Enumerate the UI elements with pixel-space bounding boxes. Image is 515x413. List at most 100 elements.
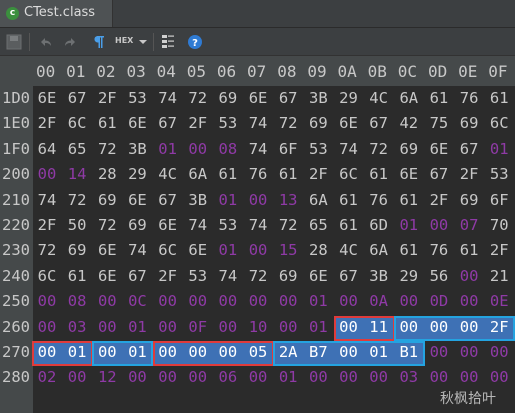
hex-byte-cell[interactable]: 67: [276, 89, 300, 107]
hex-byte-cell[interactable]: 13: [276, 191, 300, 209]
hex-byte-cell[interactable]: 2F: [487, 241, 511, 259]
hex-byte-cell[interactable]: 00: [487, 368, 511, 386]
hex-byte-cell[interactable]: 3B: [125, 140, 149, 158]
hex-byte-cell[interactable]: 01: [125, 318, 149, 336]
hex-byte-cell[interactable]: 67: [427, 165, 451, 183]
hex-byte-cell[interactable]: 76: [427, 241, 451, 259]
hex-byte-cell[interactable]: 61: [397, 191, 421, 209]
hex-byte-cell[interactable]: 61: [397, 241, 421, 259]
hex-byte-cell[interactable]: 01: [216, 241, 240, 259]
hex-byte-cell[interactable]: 3B: [306, 89, 330, 107]
hex-byte-cell[interactable]: 72: [65, 191, 89, 209]
editor-tab-ctest-class[interactable]: c CTest.class: [0, 0, 113, 27]
hex-byte-cell[interactable]: 6C: [156, 241, 180, 259]
hex-byte-cell[interactable]: 53: [487, 165, 511, 183]
hex-byte-cell[interactable]: 67: [367, 114, 391, 132]
redo-icon[interactable]: [62, 34, 78, 50]
hex-byte-cell[interactable]: 10: [246, 318, 270, 336]
hex-byte-cell[interactable]: 28: [95, 165, 119, 183]
hex-byte-cell[interactable]: 00: [35, 292, 59, 310]
hex-byte-cell[interactable]: 74: [246, 140, 270, 158]
hex-byte-cell[interactable]: 69: [457, 114, 481, 132]
hex-byte-cell[interactable]: 08: [65, 292, 89, 310]
hex-byte-cell[interactable]: 00: [397, 292, 421, 310]
hex-byte-cell[interactable]: 00: [156, 368, 180, 386]
hex-byte-cell[interactable]: 01: [397, 216, 421, 234]
hex-byte-cell[interactable]: 00: [367, 368, 391, 386]
hex-byte-cell[interactable]: 67: [65, 89, 89, 107]
hex-byte-cell[interactable]: 6A: [186, 165, 210, 183]
hex-byte-cell[interactable]: 76: [367, 191, 391, 209]
hex-byte-cell[interactable]: 00: [186, 368, 210, 386]
hex-byte-cell[interactable]: 69: [397, 140, 421, 158]
hex-byte-cell[interactable]: 07: [457, 216, 481, 234]
hex-byte-cell[interactable]: 53: [216, 114, 240, 132]
hex-byte-cell[interactable]: 61: [487, 89, 511, 107]
hex-byte-cell[interactable]: 69: [95, 191, 119, 209]
hex-mode-label[interactable]: HEX: [115, 36, 133, 45]
hex-byte-cell[interactable]: 74: [186, 216, 210, 234]
hex-byte-cell[interactable]: 72: [95, 140, 119, 158]
hex-byte-cell[interactable]: 12: [95, 368, 119, 386]
hex-byte-cell[interactable]: 61: [337, 191, 361, 209]
hex-byte-cell[interactable]: 70: [487, 216, 511, 234]
hex-byte-cell[interactable]: 6E: [427, 140, 451, 158]
hex-byte-cell[interactable]: 6D: [367, 216, 391, 234]
hex-byte-cell[interactable]: 00: [156, 292, 180, 310]
hex-byte-cell[interactable]: 21: [487, 267, 511, 285]
hex-byte-cell[interactable]: 6E: [186, 241, 210, 259]
hex-byte-cell[interactable]: 2F: [35, 114, 59, 132]
undo-icon[interactable]: [38, 34, 54, 50]
hex-byte-cell[interactable]: 01: [306, 318, 330, 336]
hex-byte-cell[interactable]: 61: [457, 241, 481, 259]
hex-byte-cell[interactable]: 00: [186, 140, 210, 158]
hex-byte-cell[interactable]: 03: [65, 318, 89, 336]
hex-byte-cell[interactable]: 2F: [95, 89, 119, 107]
hex-byte-cell[interactable]: 6A: [397, 89, 421, 107]
hex-byte-cell[interactable]: 53: [216, 216, 240, 234]
hex-byte-cell[interactable]: 3B: [367, 267, 391, 285]
hex-byte-cell[interactable]: 74: [125, 241, 149, 259]
hex-byte-cell[interactable]: 0D: [427, 292, 451, 310]
hex-byte-cell[interactable]: 61: [337, 216, 361, 234]
hex-byte-cell[interactable]: 56: [427, 267, 451, 285]
hex-byte-cell[interactable]: 6A: [306, 191, 330, 209]
hex-byte-cell[interactable]: 08: [216, 140, 240, 158]
hex-byte-cell[interactable]: 72: [95, 216, 119, 234]
hex-byte-cell[interactable]: 00: [65, 368, 89, 386]
hex-byte-cell[interactable]: 4C: [367, 89, 391, 107]
hex-byte-cell[interactable]: 67: [337, 267, 361, 285]
hex-byte-cell[interactable]: 00: [457, 267, 481, 285]
hex-byte-cell[interactable]: 69: [276, 267, 300, 285]
hex-byte-cell[interactable]: 61: [367, 165, 391, 183]
hex-byte-cell[interactable]: 00: [216, 292, 240, 310]
hex-byte-cell[interactable]: 67: [457, 140, 481, 158]
hex-byte-cell[interactable]: 2F: [186, 114, 210, 132]
hex-byte-cell[interactable]: 69: [125, 216, 149, 234]
hex-byte-cell[interactable]: 00: [216, 318, 240, 336]
hex-byte-cell[interactable]: 00: [427, 216, 451, 234]
hex-byte-cell[interactable]: 61: [65, 267, 89, 285]
paragraph-icon[interactable]: [92, 34, 106, 50]
hex-byte-cell[interactable]: 72: [246, 267, 270, 285]
hex-byte-cell[interactable]: 00: [276, 318, 300, 336]
hex-byte-cell[interactable]: 6A: [367, 241, 391, 259]
hex-byte-cell[interactable]: 6E: [95, 267, 119, 285]
hex-byte-cell[interactable]: 74: [246, 216, 270, 234]
hex-byte-cell[interactable]: 72: [276, 114, 300, 132]
hex-byte-cell[interactable]: 6E: [337, 114, 361, 132]
hex-byte-cell[interactable]: 65: [306, 216, 330, 234]
hex-byte-cell[interactable]: 3B: [186, 191, 210, 209]
hex-byte-cell[interactable]: 2F: [156, 267, 180, 285]
hex-byte-cell[interactable]: 00: [306, 368, 330, 386]
hex-byte-cell[interactable]: 00: [186, 292, 210, 310]
chevron-down-icon[interactable]: [138, 34, 148, 50]
hex-byte-cell[interactable]: 4C: [337, 241, 361, 259]
hex-byte-cell[interactable]: 01: [276, 368, 300, 386]
hex-byte-cell[interactable]: 00: [427, 368, 451, 386]
hex-byte-cell[interactable]: 15: [276, 241, 300, 259]
hex-byte-cell[interactable]: 0A: [367, 292, 391, 310]
hex-byte-cell[interactable]: 0C: [125, 292, 149, 310]
hex-byte-cell[interactable]: 01: [156, 140, 180, 158]
bookmarks-icon[interactable]: [161, 34, 175, 50]
